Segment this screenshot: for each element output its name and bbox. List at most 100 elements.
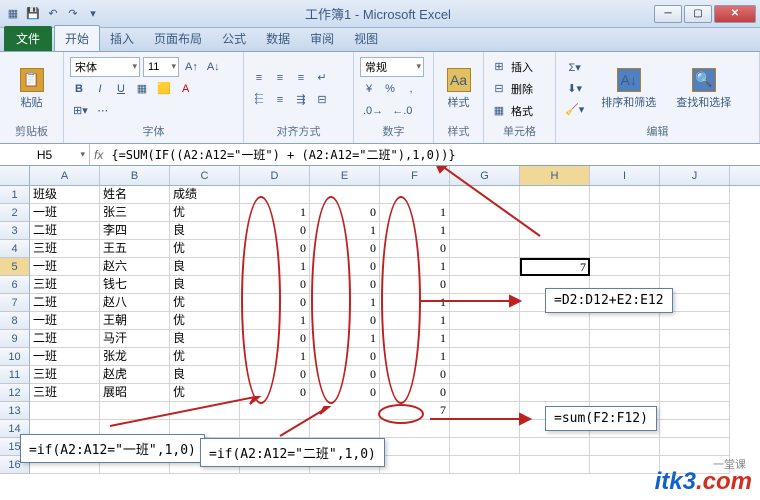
cell[interactable] <box>660 384 730 402</box>
cell[interactable]: 李四 <box>100 222 170 240</box>
maximize-button[interactable]: ▢ <box>684 5 712 23</box>
cell[interactable]: 良 <box>170 330 240 348</box>
align-center-icon[interactable]: ≡ <box>271 90 289 110</box>
cell[interactable] <box>520 348 590 366</box>
cell[interactable] <box>660 312 730 330</box>
row-head[interactable]: 9 <box>0 330 30 348</box>
bold-button[interactable]: B <box>70 79 88 99</box>
cell[interactable]: 一班 <box>30 204 100 222</box>
cell[interactable] <box>660 348 730 366</box>
cell[interactable]: 张三 <box>100 204 170 222</box>
col-head-j[interactable]: J <box>660 166 730 185</box>
cell[interactable] <box>660 186 730 204</box>
cell[interactable]: 三班 <box>30 276 100 294</box>
row-head[interactable]: 5 <box>0 258 30 276</box>
cell[interactable]: 良 <box>170 366 240 384</box>
cell[interactable]: 优 <box>170 240 240 258</box>
align-left-icon[interactable]: ⬱ <box>250 90 268 110</box>
col-head-i[interactable]: I <box>590 166 660 185</box>
cell[interactable]: 班级 <box>30 186 100 204</box>
find-select-button[interactable]: 🔍查找和选择 <box>670 64 737 114</box>
tab-view[interactable]: 视图 <box>344 26 388 51</box>
cell[interactable]: 王朝 <box>100 312 170 330</box>
close-button[interactable]: ✕ <box>714 5 756 23</box>
cell[interactable] <box>450 330 520 348</box>
cell[interactable] <box>520 384 590 402</box>
cell[interactable]: 优 <box>170 294 240 312</box>
cell[interactable] <box>590 240 660 258</box>
cell[interactable]: 马汗 <box>100 330 170 348</box>
cell[interactable] <box>590 330 660 348</box>
dec-decimal-icon[interactable]: ←.0 <box>389 101 415 121</box>
cell[interactable] <box>450 384 520 402</box>
row-head[interactable]: 12 <box>0 384 30 402</box>
cell[interactable]: 三班 <box>30 366 100 384</box>
row-head[interactable]: 8 <box>0 312 30 330</box>
cell[interactable] <box>240 186 310 204</box>
align-top-icon[interactable]: ≡ <box>250 68 268 88</box>
cell[interactable] <box>590 366 660 384</box>
align-mid-icon[interactable]: ≡ <box>271 68 289 88</box>
cell[interactable]: 王五 <box>100 240 170 258</box>
cell[interactable] <box>380 438 450 456</box>
styles-button[interactable]: Aa样式 <box>440 64 477 114</box>
cell[interactable]: 成绩 <box>170 186 240 204</box>
fill-down-icon[interactable]: ⬇▾ <box>562 79 587 99</box>
cell[interactable]: 优 <box>170 312 240 330</box>
cell[interactable] <box>660 438 730 456</box>
fx-icon[interactable]: fx <box>94 148 103 162</box>
row-head[interactable]: 11 <box>0 366 30 384</box>
cell[interactable] <box>450 258 520 276</box>
cell[interactable] <box>520 312 590 330</box>
cell[interactable] <box>590 438 660 456</box>
cell[interactable]: 二班 <box>30 222 100 240</box>
cell[interactable]: 7 <box>520 258 590 276</box>
select-all-corner[interactable] <box>0 166 30 185</box>
cell[interactable]: 二班 <box>30 330 100 348</box>
redo-icon[interactable]: ↷ <box>64 5 82 23</box>
font-name-combo[interactable]: 宋体 <box>70 57 140 77</box>
row-head[interactable]: 4 <box>0 240 30 258</box>
insert-cells-button[interactable]: ⊞ <box>490 57 508 77</box>
cell[interactable] <box>520 438 590 456</box>
row-head[interactable]: 3 <box>0 222 30 240</box>
cell[interactable]: 三班 <box>30 384 100 402</box>
border-more-icon[interactable]: ⊞▾ <box>70 101 91 121</box>
name-box[interactable]: H5 <box>0 144 90 165</box>
cell[interactable] <box>590 222 660 240</box>
col-head-b[interactable]: B <box>100 166 170 185</box>
percent-icon[interactable]: % <box>381 79 399 99</box>
cell[interactable] <box>450 366 520 384</box>
more-font-icon[interactable]: ⋯ <box>94 101 112 121</box>
fill-color-button[interactable]: 🟨 <box>154 79 174 99</box>
cell[interactable] <box>310 186 380 204</box>
format-cells-button[interactable]: ▦ <box>490 101 508 121</box>
cell[interactable]: 一班 <box>30 258 100 276</box>
align-right-icon[interactable]: ⇶ <box>292 90 310 110</box>
underline-button[interactable]: U <box>112 79 130 99</box>
cell[interactable] <box>590 456 660 474</box>
cell[interactable] <box>450 456 520 474</box>
row-head[interactable]: 1 <box>0 186 30 204</box>
tab-insert[interactable]: 插入 <box>100 26 144 51</box>
save-icon[interactable]: 💾 <box>24 5 42 23</box>
cell[interactable]: 良 <box>170 276 240 294</box>
col-head-e[interactable]: E <box>310 166 380 185</box>
cell[interactable] <box>520 366 590 384</box>
inc-decimal-icon[interactable]: .0→ <box>360 101 386 121</box>
qat-more-icon[interactable]: ▾ <box>84 5 102 23</box>
row-head[interactable]: 2 <box>0 204 30 222</box>
tab-formula[interactable]: 公式 <box>212 26 256 51</box>
cell[interactable] <box>520 330 590 348</box>
cell[interactable] <box>450 348 520 366</box>
cell[interactable] <box>520 456 590 474</box>
minimize-button[interactable]: ─ <box>654 5 682 23</box>
merge-icon[interactable]: ⊟ <box>313 90 331 110</box>
font-color-button[interactable]: A <box>177 79 195 99</box>
cell[interactable] <box>450 312 520 330</box>
delete-cells-button[interactable]: ⊟ <box>490 79 508 99</box>
cell[interactable]: 三班 <box>30 240 100 258</box>
cell[interactable] <box>660 330 730 348</box>
comma-icon[interactable]: , <box>402 79 420 99</box>
cell[interactable]: 钱七 <box>100 276 170 294</box>
